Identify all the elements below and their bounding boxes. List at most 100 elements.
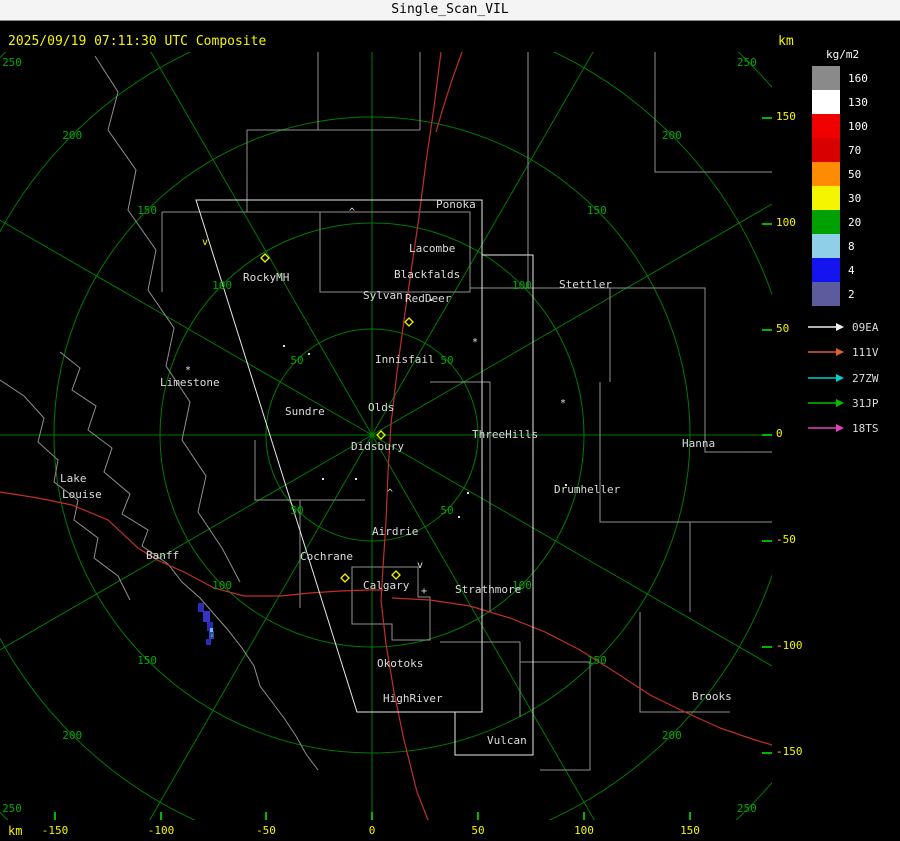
radar-source-row: 18TS — [808, 421, 879, 435]
radar-site-diamond-icon — [340, 573, 350, 583]
city-label: Louise — [62, 488, 102, 501]
radar-arrow-head — [836, 399, 844, 407]
scan-timestamp-label: 2025/09/19 07:11:30 UTC Composite — [8, 34, 267, 49]
legend-scale-value: 30 — [848, 191, 862, 205]
ring-distance-label: 100 — [212, 579, 232, 592]
ring-distance-label: 50 — [290, 504, 303, 517]
city-label: Brooks — [692, 690, 732, 703]
city-label: Olds — [368, 401, 395, 414]
ring-distance-label: 200 — [62, 729, 82, 742]
legend-scale-value: 160 — [848, 71, 868, 85]
city-label: Stettler — [559, 278, 612, 291]
town-dot — [322, 478, 324, 480]
county-boundary — [440, 641, 521, 717]
ring-distance-label: 250 — [2, 802, 22, 815]
range-spoke — [0, 434, 373, 651]
legend-scale-row: 70 — [812, 138, 868, 162]
radar-source-id-label: 09EA — [852, 320, 879, 334]
ring-distance-label: 100 — [212, 279, 232, 292]
county-boundary — [610, 287, 772, 453]
legend-color-swatch — [812, 114, 840, 138]
legend-color-swatch — [812, 258, 840, 282]
radar-map-display[interactable]: 50 50 50 50 100 100 100 100 150 150 150 150 200 200 20… — [0, 0, 900, 841]
right-axis-tick-label: 0 — [776, 427, 783, 440]
right-axis-tick-label: -150 — [776, 745, 803, 758]
city-label: Banff — [146, 549, 179, 562]
legend-scale-value: 50 — [848, 167, 862, 181]
legend-color-swatch — [812, 186, 840, 210]
bottom-axis-tick-label: 100 — [574, 824, 594, 837]
radar-source-row: 09EA — [808, 320, 879, 334]
radar-arrow-icon — [808, 323, 844, 331]
legend-color-swatch — [812, 162, 840, 186]
town-dot — [458, 516, 460, 518]
city-label: Calgary — [363, 579, 410, 592]
legend-color-swatch — [812, 210, 840, 234]
ring-distance-label: 150 — [137, 654, 157, 667]
city-label: Vulcan — [487, 734, 527, 747]
legend-scale-row: 50 — [812, 162, 868, 186]
county-boundary — [528, 287, 611, 382]
legend-color-swatch — [812, 282, 840, 306]
town-mark-caret_down: v — [417, 560, 423, 571]
bottom-axis-tick-label: -50 — [256, 824, 276, 837]
legend-color-swatch — [812, 90, 840, 114]
county-boundary — [520, 661, 591, 771]
radar-site-diamond-icon — [391, 570, 401, 580]
city-label: Hanna — [682, 437, 715, 450]
right-axis-tick-label: -100 — [776, 639, 803, 652]
radar-arrow-icon — [808, 348, 844, 356]
window-titlebar: Single_Scan_VIL — [0, 0, 900, 21]
precip-echo — [203, 611, 210, 622]
radar-source-id-label: 111V — [852, 345, 879, 359]
town-mark-cross: + — [421, 586, 427, 597]
legend-scale-value: 4 — [848, 263, 855, 277]
ring-distance-label: 100 — [512, 279, 532, 292]
right-axis: 150 100 50 0 -50 -100 -150 — [776, 0, 806, 841]
right-axis-tick-label: 150 — [776, 110, 796, 123]
legend-scale-value: 2 — [848, 287, 855, 301]
highway-line — [0, 491, 383, 597]
legend-scale-value: 20 — [848, 215, 862, 229]
town-dot — [283, 345, 285, 347]
radar-arrow-head — [836, 323, 844, 331]
city-label: Innisfail — [375, 353, 435, 366]
right-axis-tick-label: -50 — [776, 533, 796, 546]
legend-unit-label: kg/m2 — [826, 48, 860, 61]
highway-line — [391, 597, 773, 746]
precip-echo — [211, 634, 213, 637]
city-label: RedDeer — [405, 292, 452, 305]
county-boundary — [654, 52, 772, 173]
county-boundary — [430, 381, 491, 422]
precip-echo — [198, 603, 204, 612]
vil-color-scale: 160 130 100 70 50 30 20 8 4 2 — [812, 66, 868, 306]
legend-scale-value: 130 — [848, 95, 868, 109]
ring-distance-label: 200 — [662, 729, 682, 742]
bottom-axis-tick-label: -100 — [147, 824, 175, 837]
town-mark-star: * — [472, 337, 478, 348]
city-label: Ponoka — [436, 198, 476, 211]
radar-app-window: Single_Scan_VIL 2025/09/19 07:11:30 UTC … — [0, 0, 900, 841]
city-label: Okotoks — [377, 657, 423, 670]
ring-distance-label: 200 — [62, 129, 82, 142]
town-dot — [467, 492, 469, 494]
legend-scale-row: 2 — [812, 282, 868, 306]
radar-map-canvas[interactable]: 50 5050 50100 100100 100150 150150 150200 20020… — [0, 0, 900, 841]
city-label: Lake — [60, 472, 87, 485]
radar-source-row: 111V — [808, 345, 879, 359]
radar-arrow-icon — [808, 374, 844, 382]
bottom-axis-tick-label: 150 — [680, 824, 700, 837]
bottom-axis: -150 -100 -50 0 50 100 150 — [0, 824, 772, 840]
city-label: Sylvan — [363, 289, 403, 302]
town-mark-caret_up: ^ — [387, 488, 393, 499]
bottom-axis-tick-label: 0 — [368, 824, 376, 837]
ring-distance-label: 150 — [587, 654, 607, 667]
legend-scale-row: 20 — [812, 210, 868, 234]
city-label: Lacombe — [409, 242, 455, 255]
county-boundary — [94, 55, 241, 583]
legend-scale-value: 8 — [848, 239, 855, 253]
radar-site-diamond-icon — [404, 317, 414, 327]
legend-scale-row: 4 — [812, 258, 868, 282]
ring-distance-label: 150 — [587, 204, 607, 217]
radar-arrow-head — [836, 374, 844, 382]
